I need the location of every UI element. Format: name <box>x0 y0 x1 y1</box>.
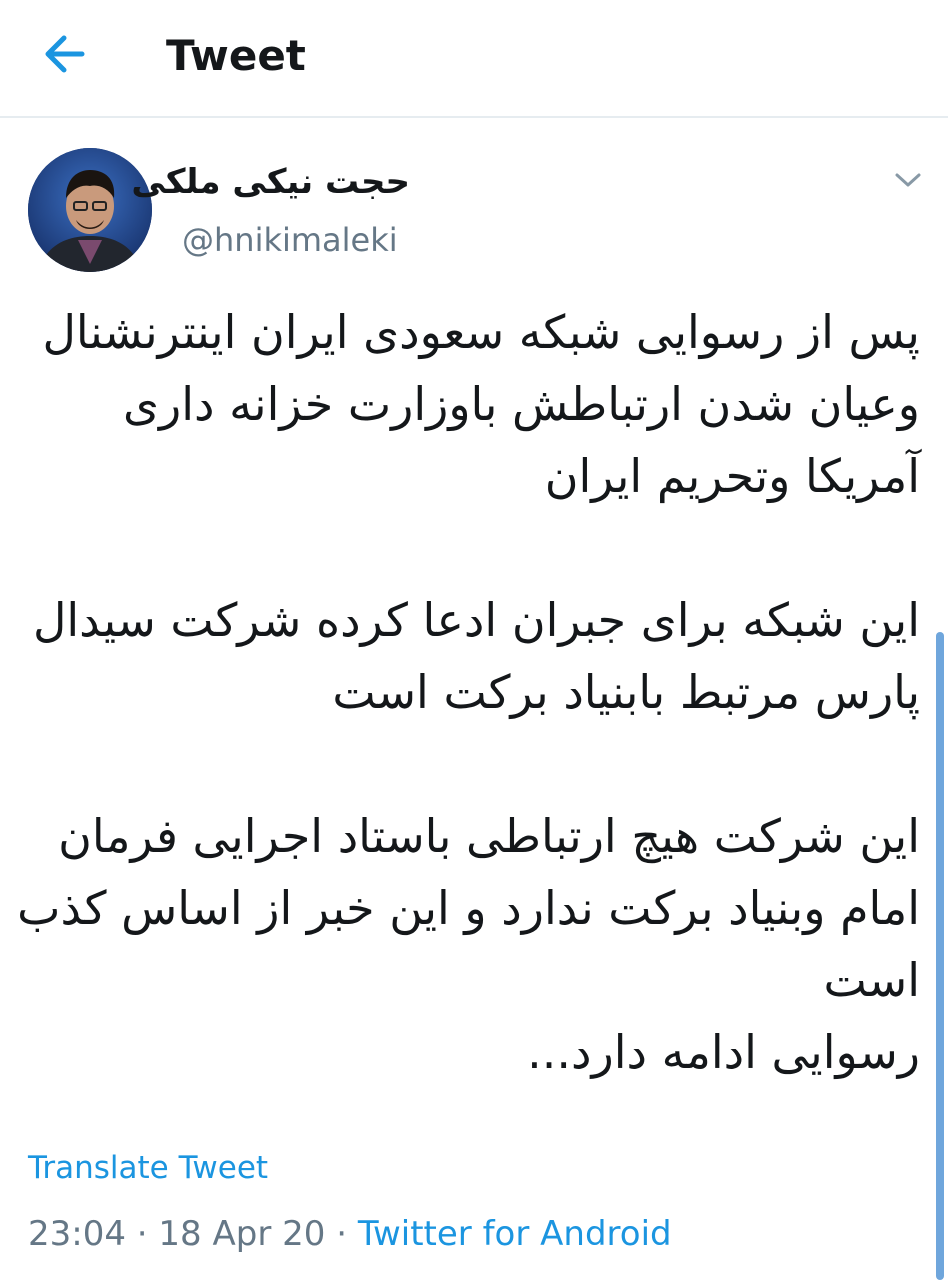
meta-separator: · <box>125 1214 159 1254</box>
tweet-line: پس از رسوایی شبکه سعودی ایران اینترنشنال <box>42 305 920 359</box>
tweet-line: پارس مرتبط بابنیاد برکت است <box>332 665 920 719</box>
tweet-line: این شرکت هیچ ارتباطی باستاد اجرایی فرمان <box>58 809 920 863</box>
meta-separator: · <box>325 1214 358 1254</box>
tweet-line: رسوایی ادامه دارد... <box>527 1025 920 1079</box>
tweet-line: است <box>823 953 921 1007</box>
author-handle[interactable]: @hnikimaleki <box>182 218 398 262</box>
tweet-menu-button[interactable] <box>888 164 928 200</box>
arrow-left-icon <box>42 34 86 78</box>
tweet-page: Tweet حجت نیکی ملکی @hnikimaleki پس از ر… <box>0 0 948 1280</box>
back-button[interactable] <box>38 30 90 82</box>
chevron-down-icon <box>894 171 922 193</box>
tweet-source-link[interactable]: Twitter for Android <box>358 1214 672 1254</box>
top-bar: Tweet <box>0 0 948 118</box>
author-display-name[interactable]: حجت نیکی ملکی <box>131 160 410 204</box>
page-title: Tweet <box>166 31 306 80</box>
tweet-line: آمریکا وتحریم ایران <box>544 449 920 503</box>
tweet-line: این شبکه برای جبران ادعا کرده شرکت سیدال <box>32 593 920 647</box>
tweet-text: پس از رسوایی شبکه سعودی ایران اینترنشنال… <box>17 296 921 1088</box>
scrollbar[interactable] <box>936 632 944 1280</box>
tweet-line: امام وبنیاد برکت ندارد و این خبر از اساس… <box>17 881 920 935</box>
translate-tweet-link[interactable]: Translate Tweet <box>28 1148 268 1188</box>
tweet-line: وعیان شدن ارتباطش باوزارت خزانه داری <box>123 377 920 431</box>
tweet-date: 18 Apr 20 <box>158 1214 326 1254</box>
tweet-meta: 23:04 · 18 Apr 20 · Twitter for Android <box>28 1212 672 1256</box>
tweet-time: 23:04 <box>28 1214 126 1254</box>
